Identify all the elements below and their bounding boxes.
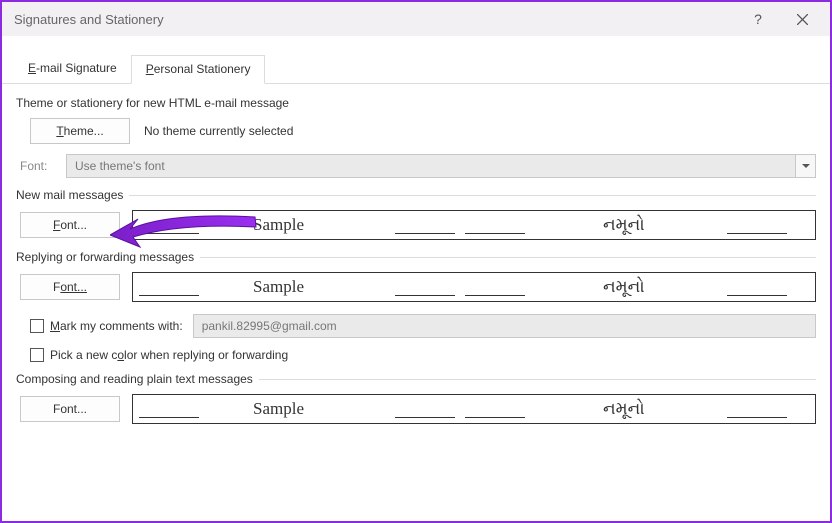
theme-heading: Theme or stationery for new HTML e-mail … [16,96,816,110]
reply-font-button[interactable]: Font... [20,274,120,300]
plain-heading: Composing and reading plain text message… [16,372,816,386]
tab-personal-stationery[interactable]: Personal Stationery [131,55,266,84]
new-mail-font-button[interactable]: Font... [20,212,120,238]
tab-strip: E-mail Signature Personal Stationery [2,36,830,84]
theme-font-select[interactable]: Use theme's font [66,154,816,178]
signatures-stationery-dialog: Signatures and Stationery ? E-mail Signa… [0,0,832,523]
theme-button[interactable]: Theme... [30,118,130,144]
close-icon [797,14,808,25]
sample-english: Sample [253,399,304,419]
sample-alt: નમૂનો [603,215,645,235]
mark-comments-field[interactable]: pankil.82995@gmail.com [193,314,816,338]
tab-content: Theme or stationery for new HTML e-mail … [2,84,830,434]
tab-email-signature[interactable]: E-mail Signature [14,55,131,84]
plain-font-button[interactable]: Font... [20,396,120,422]
pick-new-color-checkbox[interactable]: Pick a new color when replying or forwar… [30,348,288,362]
sample-english: Sample [253,277,304,297]
checkbox-icon [30,348,44,362]
help-button[interactable]: ? [736,5,780,33]
font-label: Font: [20,159,58,173]
reply-heading: Replying or forwarding messages [16,250,816,264]
new-mail-font-preview: Sample નમૂનો [132,210,816,240]
plain-font-preview: Sample નમૂનો [132,394,816,424]
new-mail-heading: New mail messages [16,188,816,202]
chevron-down-icon [795,155,815,177]
reply-font-preview: Sample નમૂનો [132,272,816,302]
sample-alt: નમૂનો [603,399,645,419]
mark-comments-checkbox[interactable]: Mark my comments with: [30,319,183,333]
sample-alt: નમૂનો [603,277,645,297]
theme-font-value: Use theme's font [75,159,165,173]
window-title: Signatures and Stationery [14,12,736,27]
titlebar: Signatures and Stationery ? [2,2,830,36]
sample-english: Sample [253,215,304,235]
close-button[interactable] [780,5,824,33]
checkbox-icon [30,319,44,333]
theme-status: No theme currently selected [144,124,293,138]
